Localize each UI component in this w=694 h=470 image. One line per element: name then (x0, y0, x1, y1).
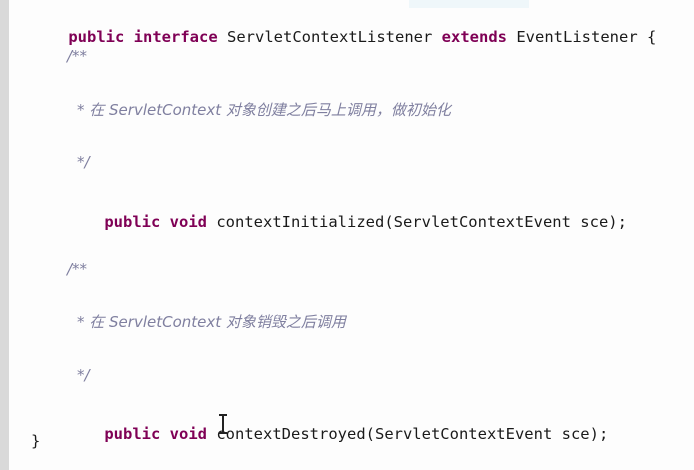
keyword-void: void (169, 425, 207, 443)
keyword-extends: extends (441, 28, 507, 46)
comment2-text: * 在 ServletContext 对象销毁之后调用 (77, 313, 346, 331)
editor-gutter (0, 0, 9, 470)
keyword-void: void (169, 213, 207, 231)
keyword-interface: interface (133, 28, 218, 46)
closing-brace: } (31, 432, 41, 450)
keyword-public: public (104, 425, 161, 443)
method-signature: contextDestroyed(ServletContextEvent sce… (216, 425, 609, 443)
method-signature: contextInitialized(ServletContextEvent s… (216, 213, 627, 231)
code-editor[interactable]: public interface ServletContextListener … (9, 0, 694, 470)
parent-interface: EventListener { (516, 28, 657, 46)
comment2-close: */ (77, 366, 90, 384)
method-context-initialized: public void contextInitialized(ServletCo… (67, 192, 627, 252)
comment1-open: /** (67, 47, 88, 65)
comment1-close: */ (77, 153, 90, 171)
text-cursor-icon (219, 414, 227, 434)
interface-declaration-line: public interface ServletContextListener … (31, 7, 656, 67)
keyword-public: public (104, 213, 161, 231)
method-context-destroyed: public void contextDestroyed(ServletCont… (67, 404, 608, 464)
keyword-public: public (68, 28, 125, 46)
comment1-text: * 在 ServletContext 对象创建之后马上调用，做初始化 (77, 101, 451, 119)
interface-name: ServletContextListener (227, 28, 433, 46)
comment2-open: /** (67, 260, 88, 278)
